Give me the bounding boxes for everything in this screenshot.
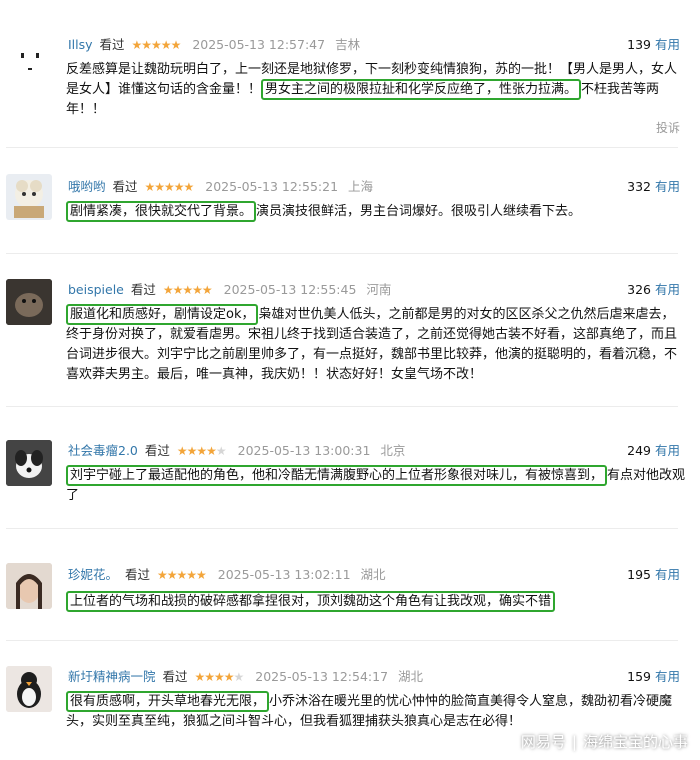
divider: [6, 640, 678, 641]
highlighted-text: 刘宇宁碰上了最适配他的角色，他和冷酷无情满腹野心的上位者形象很对味儿，有被惊喜到…: [66, 465, 608, 486]
watermark-separator: |: [571, 733, 577, 751]
username-link[interactable]: 哦哟哟: [68, 179, 106, 194]
highlighted-text: 剧情紧凑，很快就交代了背景。: [66, 201, 257, 222]
highlighted-text: 男女主之间的极限拉扯和化学反应绝了，性张力拉满。: [261, 79, 582, 100]
username-link[interactable]: beispiele: [68, 282, 124, 297]
divider: [6, 253, 678, 254]
avatar[interactable]: [6, 174, 52, 220]
review-meta: beispiele 看过 ★★★★★ 2025-05-13 12:55:45 河…: [68, 281, 391, 299]
review-item: Illsy 看过 ★★★★★ 2025-05-13 12:57:47 吉林 13…: [0, 36, 700, 146]
review-time: 2025-05-13 13:02:11: [217, 567, 351, 582]
watermark-author: 海绵宝宝的心事: [582, 733, 688, 751]
rating-stars: ★★★★★: [194, 670, 245, 684]
report-link[interactable]: 投诉: [656, 119, 680, 136]
review-meta: 珍妮花。 看过 ★★★★★ 2025-05-13 13:02:11 湖北: [68, 566, 386, 584]
useful-button[interactable]: 有用: [655, 179, 680, 194]
highlighted-text: 很有质感啊，开头草地春光无限，: [66, 691, 270, 712]
avatar[interactable]: [6, 440, 52, 486]
review-time: 2025-05-13 12:57:47: [192, 37, 326, 52]
vote-count: 139 有用: [627, 36, 680, 54]
divider: [6, 147, 678, 148]
vote-number: 139: [627, 37, 651, 52]
review-item: beispiele 看过 ★★★★★ 2025-05-13 12:55:45 河…: [0, 279, 700, 401]
vote-count: 195 有用: [627, 566, 680, 584]
review-location: 北京: [380, 443, 406, 458]
avatar[interactable]: [6, 279, 52, 325]
useful-button[interactable]: 有用: [655, 443, 680, 458]
divider: [6, 528, 678, 529]
watched-label: 看过: [125, 567, 151, 582]
watched-label: 看过: [99, 37, 125, 52]
useful-button[interactable]: 有用: [655, 282, 680, 297]
username-link[interactable]: 珍妮花。: [68, 567, 118, 582]
rating-stars: ★★★★★: [176, 444, 227, 458]
review-text: 刘宇宁碰上了最适配他的角色，他和冷酷无情满腹野心的上位者形象很对味儿，有被惊喜到…: [66, 465, 686, 506]
review-text-after: 演员演技很鲜活，男主台词爆好。很吸引人继续看下去。: [256, 204, 582, 219]
review-location: 上海: [348, 179, 374, 194]
vote-number: 326: [627, 282, 651, 297]
username-link[interactable]: Illsy: [68, 37, 93, 52]
useful-button[interactable]: 有用: [655, 669, 680, 684]
review-text: 剧情紧凑，很快就交代了背景。 演员演技很鲜活，男主台词爆好。很吸引人继续看下去。: [66, 201, 686, 222]
highlighted-text: 上位者的气场和战损的破碎感都拿捏很对，顶刘魏劭这个角色有让我改观，确实不错: [66, 591, 556, 612]
review-meta: 哦哟哟 看过 ★★★★★ 2025-05-13 12:55:21 上海: [68, 178, 373, 196]
avatar[interactable]: [6, 40, 52, 86]
review-text: 上位者的气场和战损的破碎感都拿捏很对，顶刘魏劭这个角色有让我改观，确实不错: [66, 591, 686, 612]
watched-label: 看过: [162, 669, 188, 684]
vote-count: 332 有用: [627, 178, 680, 196]
username-link[interactable]: 新圩精神病一院: [68, 669, 156, 684]
watermark: 网易号 | 海绵宝宝的心事: [521, 731, 688, 752]
rating-stars: ★★★★★: [162, 283, 213, 297]
review-location: 湖北: [360, 567, 386, 582]
review-time: 2025-05-13 13:00:31: [237, 443, 371, 458]
review-time: 2025-05-13 12:54:17: [255, 669, 389, 684]
vote-number: 195: [627, 567, 651, 582]
vote-count: 326 有用: [627, 281, 680, 299]
rating-stars: ★★★★★: [157, 568, 207, 582]
review-location: 湖北: [398, 669, 424, 684]
review-text: 服道化和质感好，剧情设定ok， 枭雄对世仇美人低头，之前都是男的对女的区区杀父之仇…: [66, 304, 686, 385]
vote-count: 249 有用: [627, 442, 680, 460]
review-text: 很有质感啊，开头草地春光无限， 小乔沐浴在暖光里的忧心忡忡的脸简直美得令人窒息，魏…: [66, 691, 686, 732]
review-item: 社会毒瘤2.0 看过 ★★★★★ 2025-05-13 13:00:31 北京 …: [0, 440, 700, 512]
review-time: 2025-05-13 12:55:45: [223, 282, 357, 297]
divider: [6, 406, 678, 407]
review-meta: 新圩精神病一院 看过 ★★★★★ 2025-05-13 12:54:17 湖北: [68, 668, 423, 686]
review-item: 哦哟哟 看过 ★★★★★ 2025-05-13 12:55:21 上海 332 有…: [0, 174, 700, 248]
rating-stars: ★★★★★: [144, 180, 195, 194]
vote-number: 159: [627, 669, 651, 684]
watched-label: 看过: [112, 179, 138, 194]
avatar[interactable]: [6, 563, 52, 609]
review-location: 河南: [366, 282, 392, 297]
highlighted-text: 服道化和质感好，剧情设定ok，: [66, 304, 259, 325]
rating-stars: ★★★★★: [131, 38, 182, 52]
review-location: 吉林: [335, 37, 361, 52]
useful-button[interactable]: 有用: [655, 37, 680, 52]
watermark-platform: 网易号: [520, 733, 566, 751]
watched-label: 看过: [144, 443, 170, 458]
vote-number: 332: [627, 179, 651, 194]
username-link[interactable]: 社会毒瘤2.0: [68, 443, 138, 458]
review-item: 珍妮花。 看过 ★★★★★ 2025-05-13 13:02:11 湖北 195…: [0, 563, 700, 636]
review-meta: 社会毒瘤2.0 看过 ★★★★★ 2025-05-13 13:00:31 北京: [68, 442, 405, 460]
review-time: 2025-05-13 12:55:21: [205, 179, 339, 194]
vote-count: 159 有用: [627, 668, 680, 686]
watched-label: 看过: [130, 282, 156, 297]
useful-button[interactable]: 有用: [655, 567, 680, 582]
vote-number: 249: [627, 443, 651, 458]
review-text: 反差感算是让魏劭玩明白了，上一刻还是地狱修罗，下一刻秒变纯情狼狗，苏的一批！【男…: [66, 60, 686, 120]
avatar[interactable]: [6, 666, 52, 712]
review-meta: Illsy 看过 ★★★★★ 2025-05-13 12:57:47 吉林: [68, 36, 360, 54]
